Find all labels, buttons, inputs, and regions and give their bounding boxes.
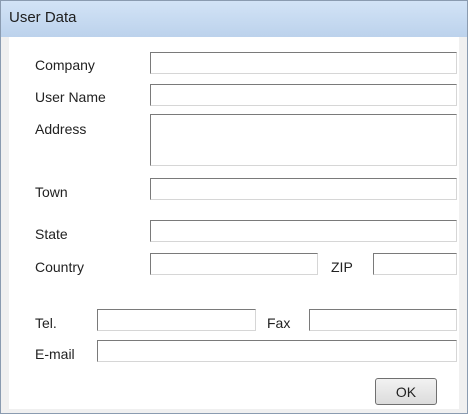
user-name-label: User Name (35, 89, 106, 105)
email-input[interactable] (97, 340, 457, 362)
state-input[interactable] (150, 220, 457, 242)
tel-label: Tel. (35, 315, 57, 331)
address-label: Address (35, 121, 87, 137)
country-input[interactable] (150, 253, 318, 275)
company-label: Company (35, 57, 95, 73)
user-name-input[interactable] (150, 84, 457, 106)
zip-label: ZIP (331, 259, 353, 275)
address-textarea[interactable] (150, 114, 457, 166)
country-label: Country (35, 259, 85, 275)
company-input[interactable] (150, 52, 457, 74)
email-label: E-mail (35, 346, 75, 362)
town-input[interactable] (150, 178, 457, 200)
user-data-dialog: User Data Company User Name Address Town… (0, 0, 468, 414)
tel-input[interactable] (97, 309, 256, 331)
title-bar[interactable]: User Data (1, 1, 467, 37)
fax-input[interactable] (309, 309, 457, 331)
fax-label: Fax (267, 315, 291, 331)
state-label: State (35, 226, 68, 242)
town-label: Town (35, 184, 68, 200)
zip-input[interactable] (373, 253, 457, 275)
window-title: User Data (9, 9, 77, 26)
ok-button[interactable]: OK (375, 378, 437, 405)
